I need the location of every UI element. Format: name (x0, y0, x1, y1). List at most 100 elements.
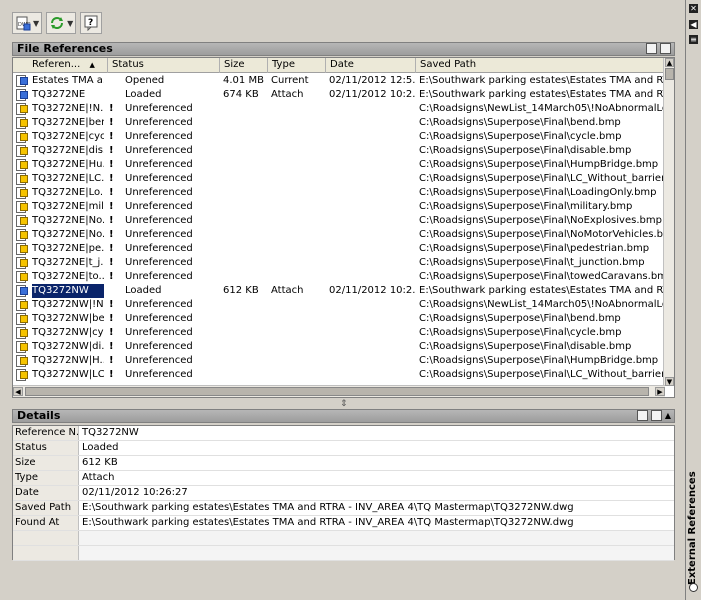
column-date[interactable]: Date (326, 58, 416, 73)
status-cell: Unreferenced (125, 117, 193, 128)
column-saved-path[interactable]: Saved Path (416, 58, 665, 73)
svg-text:?: ? (88, 18, 93, 28)
table-row[interactable]: TQ3272NW|LC...! Unreferenced C:\Roadsigns\… (13, 368, 667, 382)
details-row: Reference N... TQ3272NW (13, 426, 674, 441)
type-cell: Attach (271, 89, 304, 100)
vertical-scrollbar[interactable]: ▲ ▼ (663, 58, 674, 386)
table-row[interactable]: TQ3272NW|H...! Unreferenced C:\Roadsigns\S… (13, 354, 665, 368)
warning-mark: ! (109, 369, 114, 380)
table-row[interactable]: TQ3272NE|to...! Unreferenced C:\Roadsigns\… (13, 270, 667, 284)
scroll-down-icon[interactable]: ▼ (665, 377, 674, 386)
table-row[interactable]: TQ3272NW|!N...! Unreferenced C:\Roadsigns\… (13, 298, 667, 312)
table-row[interactable]: TQ3272NW|cycle! Unreferenced C:\Roadsigns\… (13, 326, 665, 340)
table-row[interactable]: Estates TMA a... Opened 4.01 MB Current 02/1… (13, 74, 667, 88)
table-row[interactable]: TQ3272NE|t_j...! Unreferenced C:\Roadsigns… (13, 256, 665, 270)
file-references-rows: Estates TMA a... Opened 4.01 MB Current 02/1… (13, 74, 667, 382)
table-row[interactable]: TQ3272NE|dis...! Unreferenced C:\Roadsigns… (13, 144, 665, 158)
details-value[interactable]: Loaded (82, 441, 119, 455)
reference-name: TQ3272NE|t_j... (32, 257, 104, 268)
reference-name: TQ3272NW|bend (32, 313, 104, 324)
file-references-grid[interactable]: Referen... ▲ Status Size Type Date Saved… (12, 57, 675, 398)
chevron-down-icon[interactable]: ▼ (67, 19, 73, 28)
collapse-icon[interactable]: ▲ (665, 410, 671, 421)
status-cell: Unreferenced (125, 159, 193, 170)
column-status[interactable]: Status (108, 58, 220, 73)
reference-name: Estates TMA a... (32, 75, 104, 86)
details-key: Found At (13, 516, 79, 530)
table-row[interactable]: TQ3272NE|mili...! Unreferenced C:\Roadsign… (13, 200, 665, 214)
column-size[interactable]: Size (220, 58, 268, 73)
file-references-header[interactable]: File References (12, 42, 675, 56)
scroll-thumb[interactable] (25, 387, 649, 396)
scroll-up-icon[interactable]: ▲ (665, 58, 674, 67)
palette-grip-icon[interactable] (688, 582, 699, 593)
saved-path-cell: C:\Roadsigns\Superpose\Final\HumpBridge.… (419, 355, 659, 366)
image-warning-icon (14, 256, 30, 270)
list-view-icon[interactable] (646, 43, 657, 54)
saved-path-cell: C:\Roadsigns\Superpose\Final\disable.bmp (419, 341, 632, 352)
chevron-down-icon[interactable]: ▼ (33, 19, 39, 28)
reference-name: TQ3272NE|!N... (32, 103, 104, 114)
table-row[interactable]: TQ3272NE|Hu...! Unreferenced C:\Roadsigns\… (13, 158, 665, 172)
attach-dwg-button[interactable]: DWG ▼ (12, 12, 43, 34)
table-row[interactable]: TQ3272NE|No...! Unreferenced C:\Roadsigns\… (13, 228, 667, 242)
auto-hide-icon[interactable]: ◀ (689, 20, 698, 29)
status-cell: Unreferenced (125, 327, 193, 338)
tree-view-icon[interactable] (660, 43, 671, 54)
properties-menu-icon[interactable]: ≡ (689, 35, 698, 44)
refresh-button[interactable]: ▼ (46, 12, 77, 34)
saved-path-cell: E:\Southwark parking estates\Estates TMA… (419, 285, 667, 296)
table-row[interactable]: TQ3272NE|pe...! Unreferenced C:\Roadsigns\… (13, 242, 665, 256)
column-type[interactable]: Type (268, 58, 326, 73)
table-row[interactable]: TQ3272NE|LC...! Unreferenced C:\Roadsigns\… (13, 172, 667, 186)
scroll-right-icon[interactable]: ▶ (655, 387, 665, 396)
table-row[interactable]: TQ3272NW|bend! Unreferenced C:\Roadsigns\S… (13, 312, 665, 326)
warning-mark: ! (109, 341, 114, 352)
status-cell: Unreferenced (125, 145, 193, 156)
splitter-grip-icon[interactable]: ⇕ (340, 399, 348, 409)
details-value[interactable]: E:\Southwark parking estates\Estates TMA… (82, 501, 574, 515)
image-warning-icon (14, 228, 30, 242)
help-button[interactable]: ? (80, 12, 103, 34)
details-value[interactable]: E:\Southwark parking estates\Estates TMA… (82, 516, 574, 530)
table-row[interactable]: TQ3272NE|!N...! Unreferenced C:\Roadsigns\… (13, 102, 667, 116)
reference-name: TQ3272NE|No... (32, 229, 104, 240)
status-cell: Unreferenced (125, 201, 193, 212)
horizontal-scrollbar[interactable]: ◀ ▶ (13, 385, 665, 397)
scroll-thumb[interactable] (665, 68, 674, 80)
status-cell: Unreferenced (125, 257, 193, 268)
attach-dwg-icon: DWG (16, 16, 31, 31)
image-warning-icon (14, 242, 30, 256)
reference-name: TQ3272NE|bend (32, 117, 104, 128)
scroll-left-icon[interactable]: ◀ (13, 387, 23, 396)
table-row[interactable]: TQ3272NE|Lo...! Unreferenced C:\Roadsigns\… (13, 186, 665, 200)
details-value[interactable]: 612 KB (82, 456, 118, 470)
details-row: Type Attach (13, 471, 674, 486)
warning-mark: ! (109, 257, 114, 268)
date-cell: 02/11/2012 12:5... (329, 75, 415, 86)
preview-view-icon[interactable] (650, 410, 662, 421)
close-icon[interactable]: ✕ (689, 4, 698, 13)
table-row[interactable]: TQ3272NE|cycle! Unreferenced C:\Roadsigns\… (13, 130, 665, 144)
details-value[interactable]: TQ3272NW (82, 426, 139, 440)
palette-titlebar[interactable]: ✕ ◀ ≡ External References (686, 0, 701, 600)
saved-path-cell: C:\Roadsigns\Superpose\Final\LoadingOnly… (419, 187, 657, 198)
column-reference[interactable]: Referen... ▲ (13, 58, 108, 73)
table-row[interactable]: TQ3272NW Loaded 612 KB Attach 02/11/2012 10:… (13, 284, 667, 298)
details-header[interactable]: Details ▲ (12, 409, 675, 423)
image-warning-icon (14, 200, 30, 214)
table-row[interactable]: TQ3272NE|bend! Unreferenced C:\Roadsigns\S… (13, 116, 665, 130)
details-value[interactable]: 02/11/2012 10:26:27 (82, 486, 188, 500)
table-row[interactable]: TQ3272NE|No...! Unreferenced C:\Roadsigns\… (13, 214, 665, 228)
status-cell: Unreferenced (125, 355, 193, 366)
details-view-icon[interactable] (636, 410, 648, 421)
image-warning-icon (14, 298, 30, 312)
reference-name: TQ3272NW|cycle (32, 327, 104, 338)
date-cell: 02/11/2012 10:2... (329, 285, 415, 296)
details-value[interactable]: Attach (82, 471, 114, 485)
table-row[interactable]: TQ3272NE Loaded 674 KB Attach 02/11/2012 10:… (13, 88, 667, 102)
warning-mark: ! (109, 355, 114, 366)
image-warning-icon (14, 144, 30, 158)
table-row[interactable]: TQ3272NW|di...! Unreferenced C:\Roadsigns\… (13, 340, 665, 354)
warning-mark: ! (109, 117, 114, 128)
